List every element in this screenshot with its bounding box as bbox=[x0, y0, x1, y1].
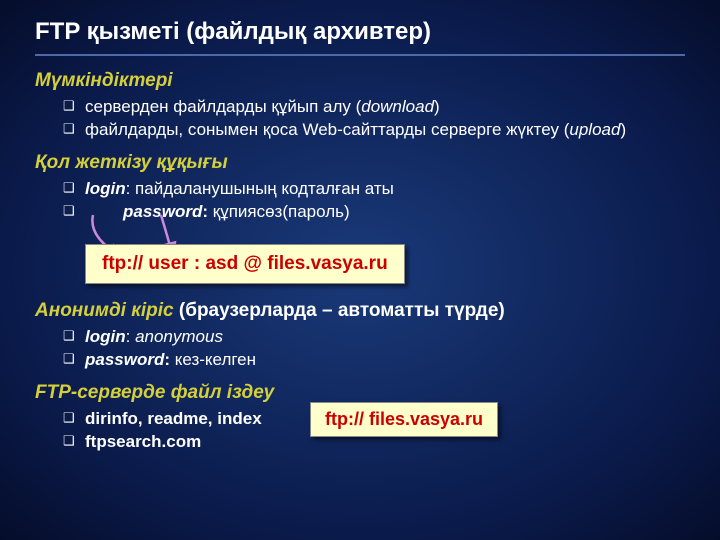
list-item: login: anonymous bbox=[63, 326, 685, 349]
text-italic: download bbox=[361, 97, 434, 116]
slide-title: FTP қызметі (файлдық архивтер) bbox=[35, 18, 685, 56]
list-item: password: құпиясөз(пароль) bbox=[63, 201, 685, 224]
list-item: файлдарды, сонымен қоса Web-сайттарды се… bbox=[63, 119, 685, 142]
text: құпиясөз(пароль) bbox=[208, 202, 350, 221]
search-heading: FTP-серверде файл іздеу bbox=[35, 382, 685, 404]
heading-italic: Анонимді кіріс bbox=[35, 300, 174, 321]
text-bold: dirinfo, readme, index bbox=[85, 409, 262, 428]
list-item: серверден файлдарды құйып алу (download) bbox=[63, 96, 685, 119]
anonymous-section: Анонимді кіріс (браузерларда – автоматты… bbox=[35, 300, 685, 372]
anonymous-heading: Анонимді кіріс (браузерларда – автоматты… bbox=[35, 300, 685, 322]
text-bold-italic: login bbox=[85, 179, 126, 198]
list-item: ftpsearch.com bbox=[63, 431, 685, 454]
text: кез-келген bbox=[170, 350, 256, 369]
text-bold: ftpsearch.com bbox=[85, 432, 201, 451]
list-item: dirinfo, readme, index bbox=[63, 408, 685, 431]
search-section: FTP-серверде файл іздеу dirinfo, readme,… bbox=[35, 382, 685, 454]
text-bold-italic: password bbox=[123, 202, 202, 221]
ftp-url-example-box: ftp:// user : asd @ files.vasya.ru bbox=[85, 244, 405, 284]
capabilities-section: Мүмкіндіктері серверден файлдарды құйып … bbox=[35, 70, 685, 142]
capabilities-heading: Мүмкіндіктері bbox=[35, 70, 685, 92]
access-section: Қол жеткізу құқығы login: пайдаланушының… bbox=[35, 152, 685, 224]
anonymous-list: login: anonymous password: кез-келген bbox=[35, 326, 685, 372]
heading-rest: (браузерларда – автоматты түрде) bbox=[174, 300, 505, 321]
text: ) bbox=[620, 120, 626, 139]
text: серверден файлдарды құйып алу ( bbox=[85, 97, 361, 116]
capabilities-list: серверден файлдарды құйып алу (download)… bbox=[35, 96, 685, 142]
access-heading: Қол жеткізу құқығы bbox=[35, 152, 685, 174]
text: файлдарды, сонымен қоса Web-сайттарды се… bbox=[85, 120, 569, 139]
list-item: password: кез-келген bbox=[63, 349, 685, 372]
text-italic: anonymous bbox=[135, 327, 223, 346]
text: : bbox=[126, 327, 135, 346]
text-bold-italic: password bbox=[85, 350, 164, 369]
text-italic: upload bbox=[569, 120, 620, 139]
text: ) bbox=[434, 97, 440, 116]
text: : пайдаланушының кодталған аты bbox=[126, 179, 394, 198]
search-list: dirinfo, readme, index ftpsearch.com bbox=[35, 408, 685, 454]
text-bold-italic: login bbox=[85, 327, 126, 346]
list-item: login: пайдаланушының кодталған аты bbox=[63, 178, 685, 201]
access-list: login: пайдаланушының кодталған аты pass… bbox=[35, 178, 685, 224]
